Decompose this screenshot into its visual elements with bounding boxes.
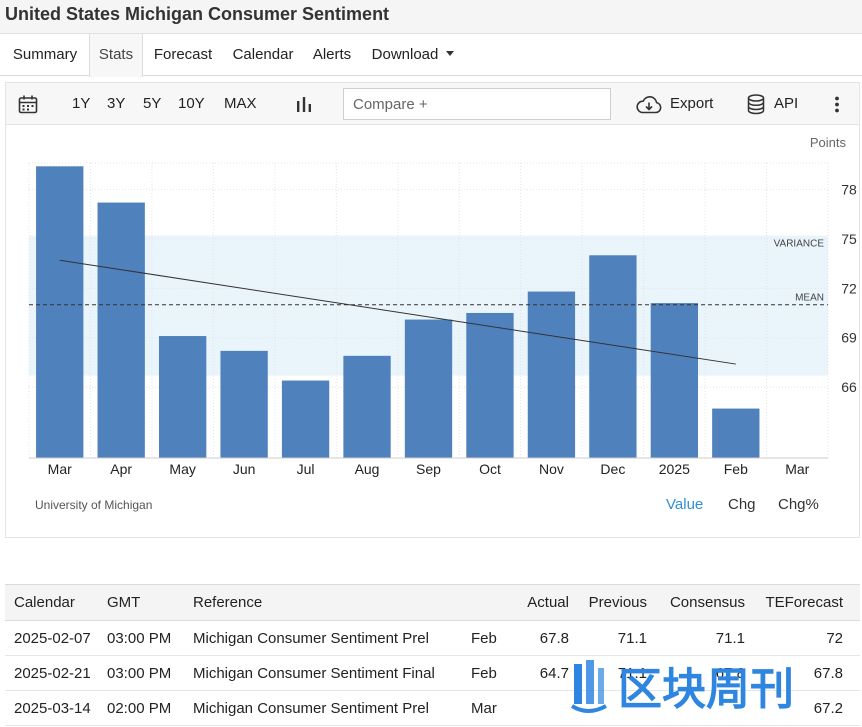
x-tick-label: 2025 — [659, 461, 690, 477]
cell-reference: Michigan Consumer Sentiment Prel — [193, 690, 471, 726]
table-row[interactable]: 2025-02-07 03:00 PM Michigan Consumer Sent… — [5, 620, 860, 656]
cell-calendar: 2025-03-14 — [5, 690, 107, 726]
bar — [158, 336, 207, 458]
tab-download-label: Download — [371, 46, 439, 63]
tab-stats[interactable]: Stats — [89, 34, 143, 77]
col-previous: Previous — [569, 584, 647, 621]
y-tick-label: 75 — [841, 231, 857, 247]
cell-previous: 71.1 — [569, 620, 647, 656]
x-tick-label: Sep — [416, 461, 441, 477]
cell-period: Feb — [471, 655, 511, 691]
chart-panel: 1Y 3Y 5Y 10Y MAX Export API Points VARIA… — [5, 82, 860, 538]
cell-gmt: 03:00 PM — [107, 655, 193, 691]
x-tick-label: Aug — [355, 461, 380, 477]
y-tick-label: 72 — [841, 280, 857, 296]
cell-reference: Michigan Consumer Sentiment Prel — [193, 620, 471, 656]
x-tick-label: Apr — [110, 461, 132, 477]
bar — [36, 166, 84, 458]
x-tick-label: Oct — [479, 461, 501, 477]
bar — [712, 408, 760, 458]
col-gmt: GMT — [107, 584, 193, 621]
bar — [97, 202, 145, 458]
cell-period: Feb — [471, 620, 511, 656]
x-tick-label: May — [169, 461, 195, 477]
col-calendar: Calendar — [5, 584, 107, 621]
title-bar: United States Michigan Consumer Sentimen… — [0, 0, 862, 34]
x-tick-label: Jul — [297, 461, 315, 477]
bar-chart: VARIANCE MEAN 66 69 72 75 78 Mar Apr May Jun Jul Aug… — [28, 162, 857, 477]
x-tick-label: Nov — [539, 461, 564, 477]
caret-down-icon — [446, 51, 455, 56]
view-chg-button[interactable]: Chg — [728, 496, 756, 513]
bar — [281, 380, 330, 458]
bar — [220, 350, 268, 458]
tab-download[interactable]: Download — [361, 34, 465, 76]
mean-label: MEAN — [795, 293, 824, 304]
source-label: University of Michigan — [35, 498, 153, 512]
cell-actual — [511, 690, 569, 726]
x-tick-label: Feb — [724, 461, 748, 477]
tab-bar: Summary Stats Forecast Calendar Alerts D… — [0, 34, 862, 77]
x-tick-label: Jun — [233, 461, 256, 477]
x-tick-label: Mar — [48, 461, 72, 477]
tab-forecast[interactable]: Forecast — [143, 34, 223, 76]
col-consensus: Consensus — [647, 584, 745, 621]
watermark-text: 区块周刊 — [618, 664, 794, 715]
watermark-logo: 区块周刊 — [570, 660, 794, 715]
y-tick-label: 78 — [841, 181, 857, 197]
y-tick-label: 66 — [841, 379, 857, 395]
bar — [404, 319, 453, 458]
view-value-button[interactable]: Value — [666, 496, 703, 513]
bar — [527, 291, 576, 458]
table-header-row: Calendar GMT Reference Actual Previous C… — [5, 584, 860, 621]
variance-label: VARIANCE — [774, 239, 825, 250]
cell-period: Mar — [471, 690, 511, 726]
x-tick-label: Dec — [600, 461, 625, 477]
col-actual: Actual — [511, 584, 569, 621]
cell-reference: Michigan Consumer Sentiment Final — [193, 655, 471, 691]
tab-summary[interactable]: Summary — [0, 34, 90, 76]
cell-consensus: 71.1 — [647, 620, 745, 656]
bar — [343, 355, 391, 458]
cell-gmt: 03:00 PM — [107, 620, 193, 656]
col-reference: Reference — [193, 584, 471, 621]
col-period — [471, 584, 511, 621]
page-title: United States Michigan Consumer Sentimen… — [5, 4, 390, 24]
y-tick-label: 69 — [841, 330, 857, 346]
cell-actual: 64.7 — [511, 655, 569, 691]
col-teforecast: TEForecast — [745, 584, 860, 621]
x-tick-label: Mar — [785, 461, 809, 477]
bar — [589, 255, 637, 458]
cell-gmt: 02:00 PM — [107, 690, 193, 726]
view-chg-pct-button[interactable]: Chg% — [778, 496, 819, 513]
bar — [466, 312, 514, 458]
cell-actual: 67.8 — [511, 620, 569, 656]
cell-calendar: 2025-02-07 — [5, 620, 107, 656]
tab-alerts[interactable]: Alerts — [303, 34, 361, 76]
tab-calendar[interactable]: Calendar — [223, 34, 303, 76]
bar — [650, 303, 699, 458]
watermark-mark-icon — [570, 660, 607, 713]
cell-teforecast: 72 — [745, 620, 860, 656]
cell-calendar: 2025-02-21 — [5, 655, 107, 691]
